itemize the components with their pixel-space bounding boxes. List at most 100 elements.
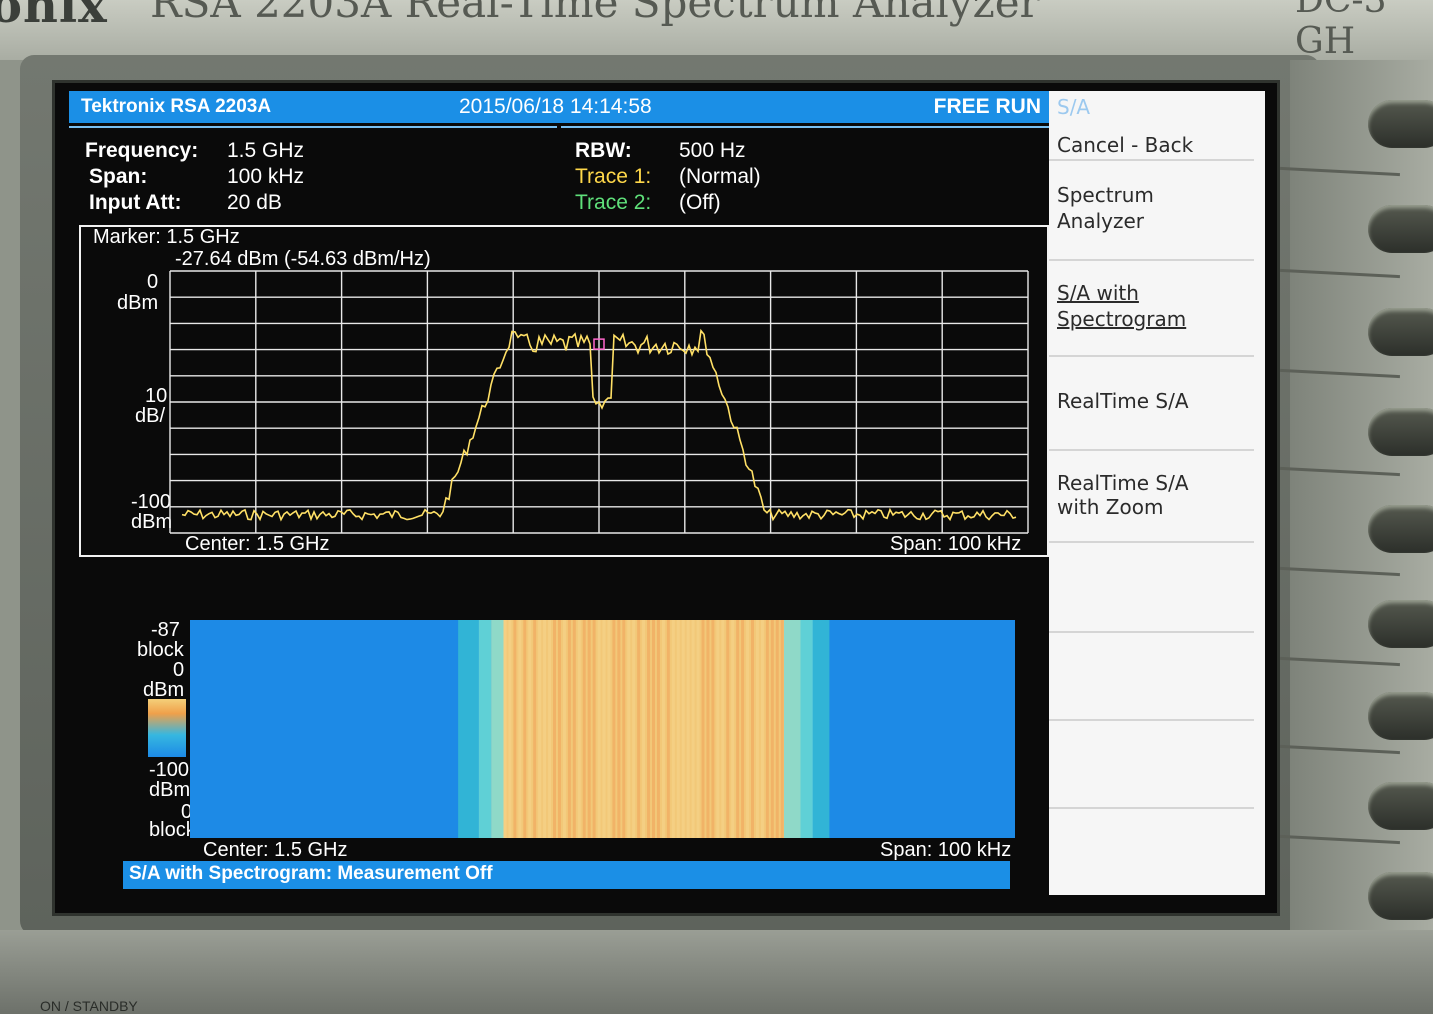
menu-separator (1049, 449, 1254, 451)
spectrogram-stripe (647, 620, 651, 838)
softkey-button-8[interactable] (1368, 782, 1433, 830)
marker-level: -27.64 dBm (-54.63 dBm/Hz) (175, 248, 431, 270)
softkey-menu: S/A Cancel - Back Spectrum Analyzer S/A … (1049, 91, 1265, 895)
spectrogram-stripe (513, 620, 517, 838)
spectrogram-stripe (780, 620, 784, 838)
spectrogram-stripe (726, 620, 730, 838)
menu-item-sa-with-spectrogram[interactable]: S/A with Spectrogram (1049, 277, 1265, 337)
menu-separator (1049, 541, 1254, 543)
spectrogram-stripe (706, 620, 710, 838)
menu-title: S/A (1057, 95, 1091, 119)
spectrogram-band (458, 620, 479, 838)
spectrogram-stripe (553, 620, 556, 838)
status-bar: S/A with Spectrogram: Measurement Off (123, 861, 1010, 889)
spectrogram-band (784, 620, 801, 838)
menu-item-label: S/A with (1057, 281, 1139, 305)
status-message: S/A with Spectrogram: Measurement Off (129, 863, 493, 884)
bottom-level-unit: dBm (131, 511, 173, 533)
spectrogram-display (190, 620, 1015, 838)
input-att-label: Input Att: (89, 191, 182, 214)
spectrogram-stripe (765, 620, 769, 838)
instrument-bottom-bezel: ON / STANDBY (0, 930, 1433, 1014)
spectrogram-stripe (775, 620, 779, 838)
header-datetime: 2015/06/18 14:14:58 (459, 95, 652, 118)
spectrogram-stripe (760, 620, 764, 838)
spectrogram-stripe (751, 620, 754, 838)
trace1-value: (Normal) (679, 165, 761, 188)
softkey-button-2[interactable] (1368, 205, 1433, 253)
spectrogram-span-label: Span: 100 kHz (880, 839, 1012, 861)
marker-frequency: Marker: 1.5 GHz (93, 226, 240, 248)
spectrogram-stripe (652, 620, 655, 838)
menu-separator (1049, 159, 1254, 161)
menu-separator (1049, 631, 1254, 633)
bezel-model-title: RSA 2203A Real-Time Spectrum Analyzer (150, 0, 1040, 27)
softkey-button-9[interactable] (1368, 872, 1433, 920)
spectrum-center-label: Center: 1.5 GHz (185, 533, 330, 555)
spectrogram-color-scale (148, 699, 186, 757)
spectrogram-stripe (538, 620, 542, 838)
spectrogram-stripe (602, 620, 606, 838)
spectrogram-stripe (696, 620, 700, 838)
spectrum-span-label: Span: 100 kHz (890, 533, 1022, 555)
softkey-button-3[interactable] (1368, 308, 1433, 356)
spectrogram-stripe (557, 620, 561, 838)
spectrogram-stripe (577, 620, 581, 838)
frequency-label: Frequency: (85, 139, 199, 162)
header-divider (69, 126, 1051, 134)
spectrogram-stripe (671, 620, 675, 838)
spectrogram-band (491, 620, 504, 838)
bezel-frequency-range: DC-3 GH (1295, 0, 1387, 62)
scale-unit: dB/ (135, 405, 166, 427)
menu-separator (1049, 807, 1254, 809)
menu-item-label: Spectrum (1057, 183, 1154, 207)
spectrogram-stripe (676, 620, 680, 838)
spectrogram-stripe (533, 620, 537, 838)
spectrogram-stripe (701, 620, 705, 838)
span-label: Span: (89, 165, 148, 188)
spectrogram-stripe (656, 620, 660, 838)
spectrogram-stripe (736, 620, 740, 838)
spectrogram-stripe (755, 620, 759, 838)
softkey-button-4[interactable] (1368, 408, 1433, 456)
spectrogram-stripe (612, 620, 616, 838)
span-value: 100 kHz (227, 165, 305, 188)
spectrum-trace (169, 270, 1029, 534)
spectrogram-stripe (686, 620, 690, 838)
spectrogram-stripe (562, 620, 566, 838)
menu-item-realtime-sa-zoom[interactable]: RealTime S/A with Zoom (1049, 471, 1265, 531)
header-bar: Tektronix RSA 2203A 2015/06/18 14:14:58 … (69, 91, 1051, 123)
spectrogram-bottom-unit: block (149, 819, 196, 841)
softkey-button-6[interactable] (1368, 600, 1433, 648)
spectrogram-band (800, 620, 813, 838)
spectrogram-stripe (508, 620, 512, 838)
spectrogram-stripe (548, 620, 552, 838)
spectrogram-stripe (592, 620, 596, 838)
spectrogram-stripe (518, 620, 522, 838)
menu-item-label: RealTime S/A (1057, 471, 1189, 495)
menu-separator (1049, 259, 1254, 261)
spectrogram-stripe (607, 620, 611, 838)
softkey-button-7[interactable] (1368, 692, 1433, 740)
softkey-button-1[interactable] (1368, 100, 1433, 148)
menu-item-label: RealTime S/A (1057, 389, 1189, 413)
spectrogram-stripe (572, 620, 576, 838)
spectrogram-stripe (582, 620, 586, 838)
ref-level-unit: dBm (117, 292, 159, 314)
spectrogram-stripe (587, 620, 591, 838)
rbw-label: RBW: (575, 139, 632, 162)
spectrogram-stripe (711, 620, 715, 838)
spectrogram-stripe (567, 620, 571, 838)
softkey-button-5[interactable] (1368, 505, 1433, 553)
trace2-label: Trace 2: (575, 191, 652, 214)
menu-item-realtime-sa[interactable]: RealTime S/A (1049, 389, 1265, 429)
menu-item-label: Spectrogram (1057, 307, 1187, 331)
menu-separator (1049, 719, 1254, 721)
spectrogram-stripe (632, 620, 636, 838)
spectrogram-stripe (627, 620, 631, 838)
spectrogram-stripe (637, 620, 641, 838)
instrument-top-bezel: onix RSA 2203A Real-Time Spectrum Analyz… (0, 0, 1433, 62)
bezel-brand: onix (0, 0, 108, 34)
trace1-label: Trace 1: (575, 165, 652, 188)
menu-item-spectrum-analyzer[interactable]: Spectrum Analyzer (1049, 179, 1265, 239)
